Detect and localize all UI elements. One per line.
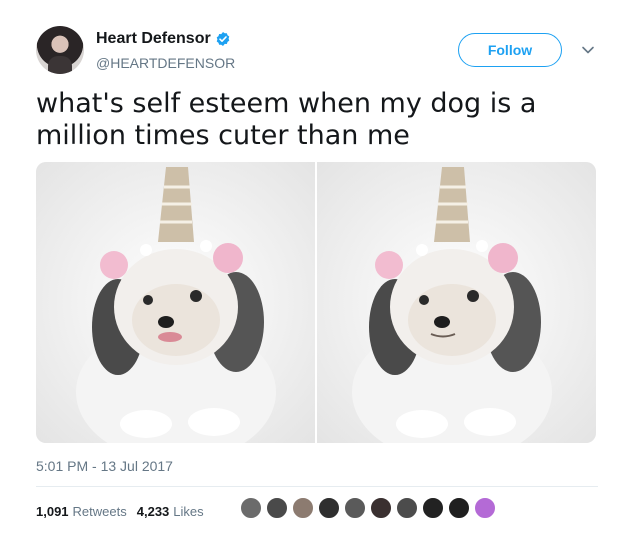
author-handle[interactable]: @HEARTDEFENSOR — [96, 55, 235, 71]
liker-avatar[interactable] — [370, 497, 392, 519]
tweet-photo-1[interactable] — [36, 162, 315, 443]
liker-avatar[interactable] — [318, 497, 340, 519]
likes-count: 4,233 — [136, 504, 170, 519]
liker-avatar[interactable] — [344, 497, 366, 519]
verified-badge-icon — [215, 31, 231, 47]
tweet-timestamp[interactable]: 5:01 PM - 13 Jul 2017 — [36, 458, 173, 474]
liker-avatars — [240, 497, 500, 519]
liker-avatar[interactable] — [422, 497, 444, 519]
liker-avatar[interactable] — [474, 497, 496, 519]
author-avatar[interactable] — [36, 26, 84, 74]
dog-unicorn-photo-icon — [317, 162, 596, 443]
retweets-label: Retweets — [72, 504, 127, 519]
likes-stat[interactable]: 4,233 Likes — [137, 504, 204, 519]
liker-avatar[interactable] — [266, 497, 288, 519]
tweet-stats: 1,091 Retweets 4,233 Likes — [36, 504, 214, 519]
tweet-photo-2[interactable] — [317, 162, 596, 443]
follow-button[interactable]: Follow — [458, 33, 562, 67]
tweet-text: what's self esteem when my dog is a mill… — [36, 88, 537, 151]
author-name-row: Heart Defensor — [96, 30, 231, 48]
chevron-down-icon[interactable] — [581, 43, 595, 55]
author-display-name[interactable]: Heart Defensor — [96, 30, 211, 48]
retweets-stat[interactable]: 1,091 Retweets — [36, 504, 127, 519]
tweet-card: Heart Defensor @HEARTDEFENSOR Follow wha… — [0, 0, 634, 538]
dog-unicorn-photo-icon — [36, 162, 315, 443]
likes-label: Likes — [173, 504, 204, 519]
liker-avatar[interactable] — [240, 497, 262, 519]
liker-avatar[interactable] — [292, 497, 314, 519]
retweets-count: 1,091 — [36, 504, 69, 519]
divider — [36, 486, 598, 487]
liker-avatar[interactable] — [396, 497, 418, 519]
liker-avatar[interactable] — [448, 497, 470, 519]
